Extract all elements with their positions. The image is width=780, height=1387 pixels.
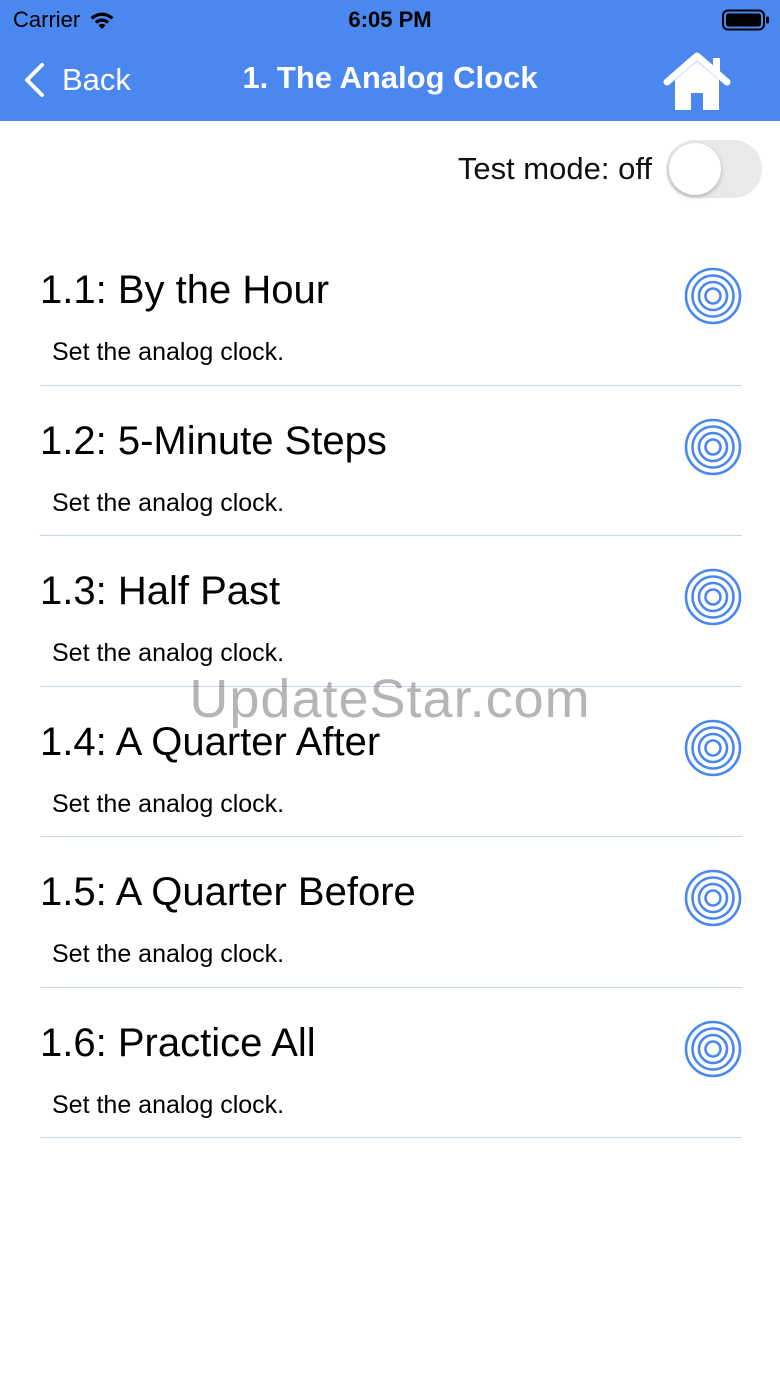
screen: Carrier 6:05 PM Back 1. The Analog Clock… bbox=[0, 0, 780, 1387]
target-icon bbox=[684, 869, 742, 927]
list-item[interactable]: 1.4: A Quarter After Set the analog cloc… bbox=[40, 687, 742, 837]
lesson-title: 1.4: A Quarter After bbox=[40, 719, 381, 764]
home-button[interactable] bbox=[661, 50, 733, 112]
lesson-title: 1.2: 5-Minute Steps bbox=[40, 418, 387, 463]
lesson-list: 1.1: By the Hour Set the analog clock. 1… bbox=[40, 235, 742, 1138]
target-icon bbox=[684, 568, 742, 626]
lesson-subtitle: Set the analog clock. bbox=[52, 488, 285, 517]
home-icon bbox=[663, 52, 731, 110]
test-mode-toggle[interactable] bbox=[666, 140, 762, 198]
lesson-title: 1.5: A Quarter Before bbox=[40, 870, 416, 914]
lesson-title: 1.1: By the Hour bbox=[40, 268, 330, 312]
target-icon bbox=[684, 418, 742, 476]
list-item[interactable]: 1.6: Practice All Set the analog clock. bbox=[40, 988, 742, 1138]
lesson-title: 1.3: Half Past bbox=[40, 569, 281, 613]
status-bar: Carrier 6:05 PM bbox=[0, 0, 780, 40]
target-icon bbox=[684, 1020, 742, 1078]
list-item[interactable]: 1.3: Half Past Set the analog clock. bbox=[40, 536, 742, 687]
lesson-subtitle: Set the analog clock. bbox=[52, 338, 285, 366]
lesson-subtitle: Set the analog clock. bbox=[52, 940, 285, 968]
nav-bar: Back 1. The Analog Clock bbox=[0, 40, 780, 121]
list-item[interactable]: 1.1: By the Hour Set the analog clock. bbox=[40, 235, 742, 386]
lesson-title: 1.6: Practice All bbox=[40, 1020, 316, 1065]
target-icon bbox=[684, 267, 742, 325]
test-mode-label: Test mode: off bbox=[457, 151, 652, 186]
toggle-knob bbox=[669, 143, 721, 195]
battery-icon bbox=[722, 9, 769, 31]
lesson-subtitle: Set the analog clock. bbox=[52, 789, 285, 818]
list-item[interactable]: 1.5: A Quarter Before Set the analog clo… bbox=[40, 837, 742, 988]
target-icon bbox=[684, 719, 742, 777]
status-time: 6:05 PM bbox=[348, 7, 432, 32]
top-bar: Carrier 6:05 PM Back 1. The Analog Clock bbox=[0, 0, 780, 121]
lesson-subtitle: Set the analog clock. bbox=[52, 1090, 285, 1119]
list-item[interactable]: 1.2: 5-Minute Steps Set the analog clock… bbox=[40, 386, 742, 536]
lesson-subtitle: Set the analog clock. bbox=[52, 639, 285, 667]
test-mode-row: Test mode: off bbox=[458, 139, 762, 199]
